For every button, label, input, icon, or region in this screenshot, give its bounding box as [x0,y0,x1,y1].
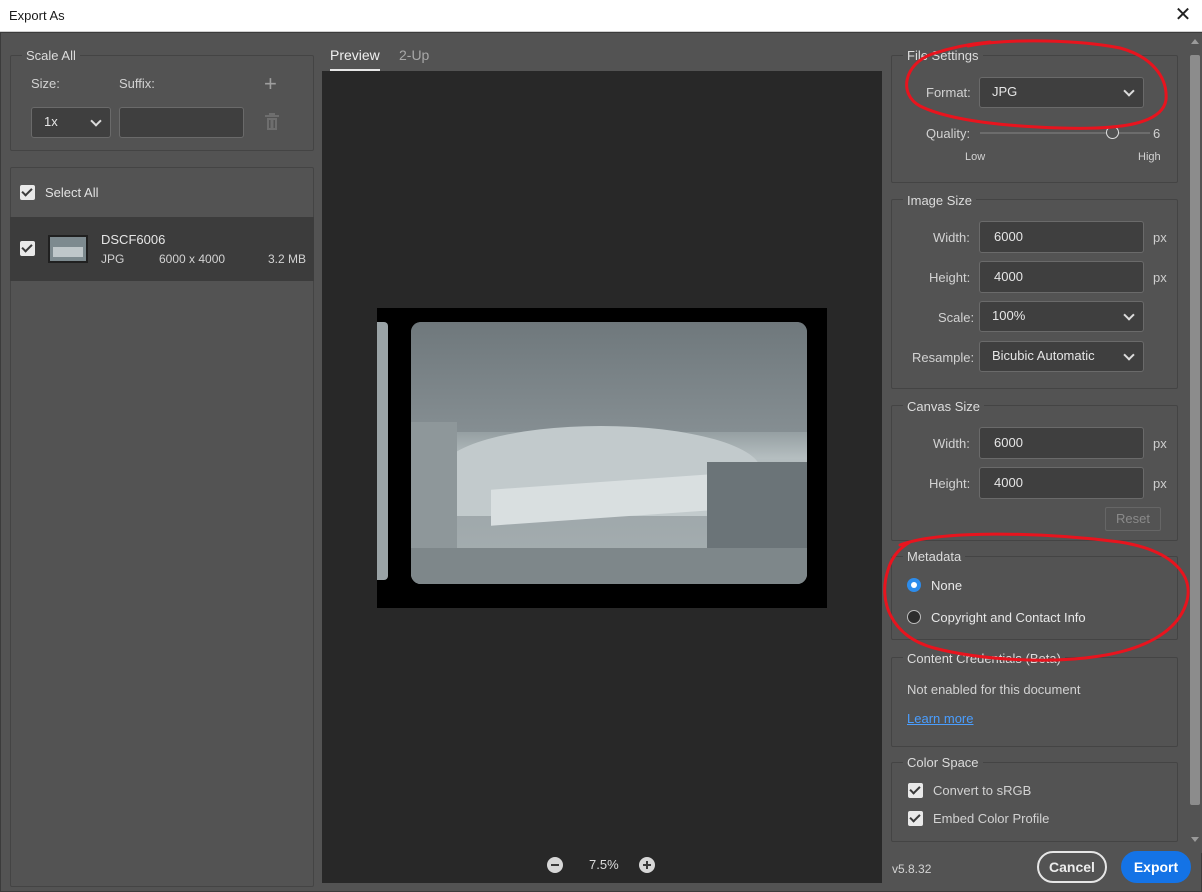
size-label: Size: [31,76,60,91]
export-button[interactable]: Export [1121,851,1191,883]
quality-value: 6 [1153,126,1161,141]
canvas-width-value: 6000 [994,435,1023,450]
preview-image [377,308,827,608]
chevron-down-icon [1123,85,1135,97]
zoom-in-icon[interactable] [639,857,655,873]
plus-icon[interactable]: + [264,71,277,97]
scale-all-legend: Scale All [22,48,80,63]
metadata-legend: Metadata [903,549,966,564]
preview-canvas[interactable] [322,71,882,883]
convert-srgb-checkbox[interactable] [908,783,923,798]
embed-profile-label: Embed Color Profile [933,811,1050,826]
color-space-legend: Color Space [903,755,983,770]
image-width-field[interactable]: 6000 [979,221,1144,253]
zoom-out-icon[interactable] [547,857,563,873]
tab-preview[interactable]: Preview [330,47,380,71]
image-height-field[interactable]: 4000 [979,261,1144,293]
file-settings-legend: File Settings [903,48,983,63]
image-width-label: Width: [933,230,970,245]
image-width-unit: px [1153,230,1167,245]
image-height-label: Height: [929,270,971,285]
canvas-height-value: 4000 [994,475,1023,490]
tab-2-up[interactable]: 2-Up [399,47,429,63]
file-thumbnail [48,235,88,263]
suffix-input[interactable] [119,107,244,138]
scale-label: Scale: [938,310,975,325]
quality-slider[interactable] [1106,126,1119,139]
chevron-down-icon [90,115,102,127]
format-value: JPG [992,84,1018,99]
select-all-label: Select All [45,185,99,200]
size-select-value: 1x [44,114,58,129]
size-select[interactable]: 1x [31,107,111,138]
color-space-group [891,762,1178,842]
version-label: v5.8.32 [892,862,932,876]
scrollbar-thumb[interactable] [1190,55,1200,805]
metadata-copyright-radio[interactable] [907,610,921,624]
metadata-none-radio[interactable] [907,578,921,592]
metadata-none-label: None [931,578,963,593]
resample-value: Bicubic Automatic [992,348,1095,363]
canvas-width-unit: px [1153,436,1167,451]
metadata-copyright-label: Copyright and Contact Info [931,610,1086,625]
chevron-down-icon [1123,349,1135,361]
quality-track[interactable] [980,132,1150,134]
metadata-group [891,556,1178,640]
window-title: Export As [9,8,65,23]
content-credentials-legend: Content Credentials (Beta) [903,651,1065,666]
quality-low-label: Low [965,151,986,163]
file-size: 3.2 MB [268,252,307,266]
image-width-value: 6000 [994,229,1023,244]
canvas-height-unit: px [1153,476,1167,491]
canvas-height-label: Height: [929,476,971,491]
file-settings-group [891,55,1178,183]
title-bar: Export As ✕ [0,0,1202,32]
resample-label: Resample: [912,350,975,365]
select-all-checkbox[interactable] [20,185,35,200]
scale-select[interactable]: 100% [979,301,1144,332]
cancel-button[interactable]: Cancel [1037,851,1107,883]
suffix-label: Suffix: [119,76,155,91]
close-icon[interactable]: ✕ [1172,4,1194,26]
export-dialog: Scale All Size: Suffix: + 1x Select All … [0,32,1202,892]
scroll-up-icon[interactable] [1191,39,1199,44]
content-credentials-status: Not enabled for this document [907,682,1081,697]
format-select[interactable]: JPG [979,77,1144,108]
canvas-size-legend: Canvas Size [903,399,984,414]
embed-profile-checkbox[interactable] [908,811,923,826]
canvas-width-label: Width: [933,436,970,451]
file-checkbox[interactable] [20,241,35,256]
file-format: JPG [101,252,125,266]
trash-icon[interactable] [264,113,280,131]
format-label: Format: [926,85,971,100]
canvas-height-field[interactable]: 4000 [979,467,1144,499]
image-height-value: 4000 [994,269,1023,284]
scroll-down-icon[interactable] [1191,837,1199,842]
file-row[interactable]: DSCF6006 JPG 6000 x 4000 3.2 MB [10,217,314,281]
file-dimensions: 6000 x 4000 [159,252,226,266]
image-size-legend: Image Size [903,193,977,208]
content-credentials-group [891,657,1178,747]
resample-select[interactable]: Bicubic Automatic [979,341,1144,372]
quality-high-label: High [1138,151,1161,163]
settings-scrollbar[interactable] [1188,33,1202,853]
quality-label: Quality: [926,126,971,141]
scale-value: 100% [992,308,1026,323]
reset-button[interactable]: Reset [1105,507,1161,531]
learn-more-link[interactable]: Learn more [907,711,973,726]
convert-srgb-label: Convert to sRGB [933,783,1032,798]
file-name: DSCF6006 [101,232,166,247]
chevron-down-icon [1123,309,1135,321]
zoom-level: 7.5% [589,857,619,872]
canvas-width-field[interactable]: 6000 [979,427,1144,459]
image-height-unit: px [1153,270,1167,285]
